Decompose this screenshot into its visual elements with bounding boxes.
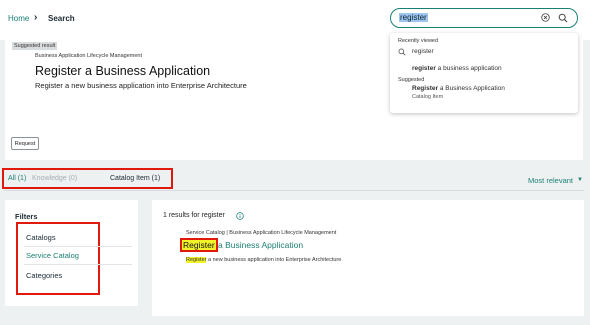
breadcrumb-home-link[interactable]: Home <box>8 14 29 23</box>
recent-viewed-item[interactable]: register a business application <box>412 65 502 72</box>
request-button[interactable]: Request <box>11 137 39 150</box>
filter-service-catalog[interactable]: Service Catalog <box>26 251 79 260</box>
result-title-link[interactable]: Register a Business Application <box>180 238 304 252</box>
recent-search-term[interactable]: register <box>412 48 434 55</box>
clear-search-icon[interactable] <box>541 13 550 22</box>
tab-all[interactable]: All (1) <box>8 175 26 182</box>
search-suggestions-dropdown: Recently viewed register register a busi… <box>390 33 578 113</box>
recently-viewed-heading: Recently viewed <box>398 38 439 44</box>
suggested-result-title[interactable]: Register a Business Application <box>35 64 210 78</box>
search-icon <box>398 48 406 56</box>
result-title-highlight: Register <box>180 238 218 252</box>
result-description-highlight: Register <box>186 257 207 263</box>
recent-item-rest: a business application <box>435 65 502 72</box>
recent-item-bold: register <box>412 65 436 72</box>
result-path: Service Catalog | Business Application L… <box>186 230 337 236</box>
caret-down-icon[interactable]: ▼ <box>577 177 583 183</box>
suggested-result-category: Business Application Lifecycle Managemen… <box>35 53 143 59</box>
tab-knowledge[interactable]: Knowledge (0) <box>32 175 77 182</box>
filters-panel: Filters Catalogs Service Catalog Categor… <box>5 200 138 306</box>
suggested-heading: Suggested <box>398 77 425 83</box>
divider <box>24 264 132 265</box>
filter-list: Catalogs Service Catalog Categories <box>16 222 132 295</box>
breadcrumb-separator-icon: › <box>34 12 38 23</box>
result-description-rest: a new business application into Enterpri… <box>206 257 342 263</box>
search-icon[interactable] <box>558 13 568 23</box>
sort-dropdown[interactable]: Most relevant <box>528 176 573 185</box>
filter-catalogs[interactable]: Catalogs <box>26 233 56 242</box>
divider <box>4 190 584 191</box>
suggested-item-subtitle: Catalog Item <box>412 94 444 100</box>
filter-categories[interactable]: Categories <box>26 271 62 280</box>
divider <box>24 246 132 247</box>
result-description: Register a new business application into… <box>186 257 341 263</box>
filters-title: Filters <box>15 212 38 221</box>
result-title-rest: a Business Application <box>218 240 304 250</box>
result-type-tabs: All (1) Knowledge (0) Catalog Item (1) <box>2 168 173 189</box>
suggested-item-bold: Register <box>412 85 439 92</box>
suggested-result-description: Register a new business application into… <box>35 81 247 90</box>
suggested-item-rest: a Business Application <box>438 85 505 92</box>
tab-catalog-item[interactable]: Catalog Item (1) <box>110 175 160 182</box>
results-panel: 1 results for register Service Catalog |… <box>152 200 584 316</box>
breadcrumb-current: Search <box>48 14 75 23</box>
suggested-item-title[interactable]: Register a Business Application <box>412 85 505 92</box>
results-count: 1 results for register <box>163 212 225 219</box>
search-input-value[interactable]: register <box>399 13 428 22</box>
suggested-result-badge: Suggested result <box>12 42 58 50</box>
search-input[interactable]: register <box>390 8 578 28</box>
info-icon[interactable] <box>236 212 244 220</box>
